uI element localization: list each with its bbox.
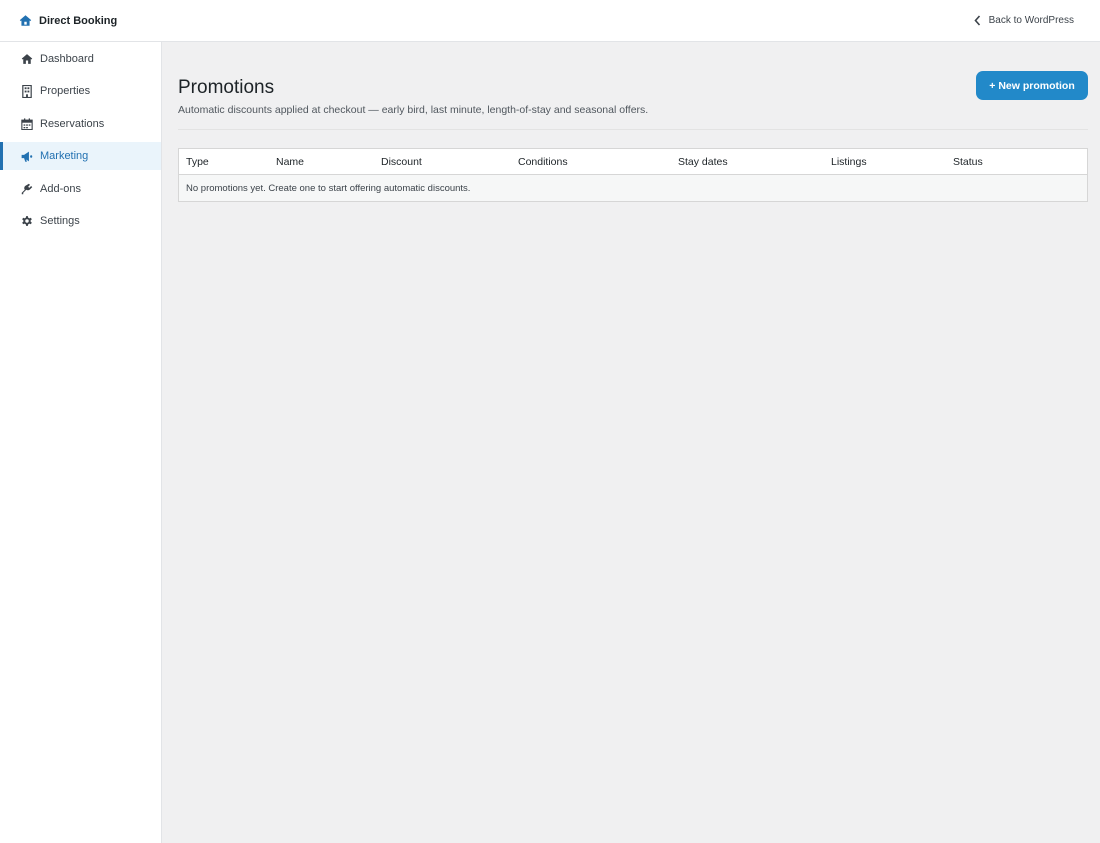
brand[interactable]: Direct Booking [18,14,117,28]
main-content: Promotions Automatic discounts applied a… [162,42,1100,843]
building-icon [20,84,33,98]
table-header: Type Name Discount Conditions Stay dates… [179,149,1087,175]
back-link-label: Back to WordPress [988,15,1074,26]
back-to-wordpress-link[interactable]: Back to WordPress [974,15,1074,27]
chevron-left-icon [974,15,982,27]
new-promotion-button[interactable]: + New promotion [976,71,1088,100]
promotions-table: Type Name Discount Conditions Stay dates… [178,148,1088,202]
empty-state-row: No promotions yet. Create one to start o… [179,175,1087,201]
sidebar-item-settings[interactable]: Settings [0,207,161,235]
megaphone-icon [20,150,33,163]
sidebar-item-label: Properties [40,85,91,98]
sidebar-item-reservations[interactable]: Reservations [0,110,161,138]
house-icon [20,53,33,66]
plugin-icon [20,182,33,195]
home-icon [18,14,32,28]
column-header-conditions[interactable]: Conditions [511,156,671,168]
page-title: Promotions [178,77,275,98]
sidebar-item-add-ons[interactable]: Add-ons [0,175,161,203]
calendar-icon [20,117,33,130]
page-header: Promotions Automatic discounts applied a… [178,42,1088,130]
sidebar-item-label: Dashboard [40,53,94,65]
column-header-name[interactable]: Name [269,156,374,168]
column-header-type[interactable]: Type [179,156,269,168]
sidebar-item-label: Add-ons [40,182,81,195]
column-header-status[interactable]: Status [946,156,1066,168]
gear-icon [20,214,33,227]
sidebar: Dashboard Properties Reservations Market… [0,42,162,843]
top-bar: Direct Booking Back to WordPress [0,0,1100,42]
column-header-listings[interactable]: Listings [824,156,946,168]
page-subtitle: Automatic discounts applied at checkout … [178,104,649,116]
sidebar-item-dashboard[interactable]: Dashboard [0,45,161,73]
brand-label: Direct Booking [39,14,118,27]
column-header-discount[interactable]: Discount [374,156,511,168]
sidebar-item-properties[interactable]: Properties [0,77,161,105]
sidebar-item-label: Reservations [40,117,105,130]
sidebar-item-marketing[interactable]: Marketing [0,142,161,171]
sidebar-item-label: Settings [40,214,80,227]
sidebar-item-label: Marketing [40,150,89,163]
empty-state-message: No promotions yet. Create one to start o… [186,182,471,194]
column-header-stay-dates[interactable]: Stay dates [671,156,824,168]
